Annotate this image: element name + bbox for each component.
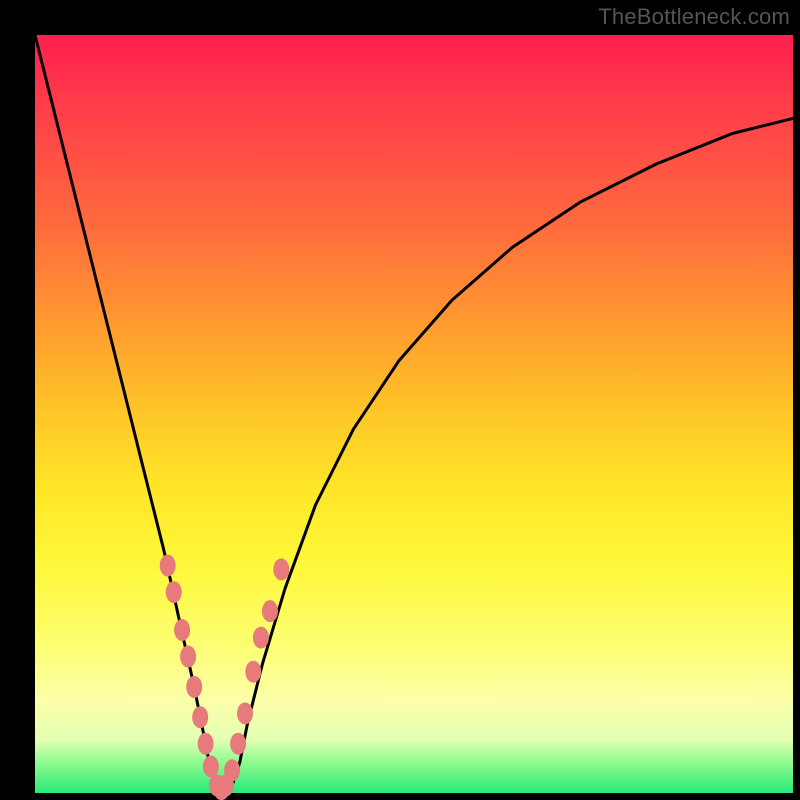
plot-area xyxy=(35,35,793,793)
marker-dot xyxy=(192,706,208,728)
marker-dot xyxy=(174,619,190,641)
marker-dot xyxy=(237,702,253,724)
marker-dot xyxy=(224,759,240,781)
marker-dot xyxy=(230,733,246,755)
marker-dot xyxy=(253,627,269,649)
marker-dot xyxy=(180,646,196,668)
marker-dot xyxy=(203,756,219,778)
marker-dot xyxy=(262,600,278,622)
curve-svg xyxy=(35,35,793,793)
marker-dot xyxy=(273,558,289,580)
marker-dot xyxy=(166,581,182,603)
marker-dot xyxy=(160,555,176,577)
chart-frame: TheBottleneck.com xyxy=(0,0,800,800)
curve-path xyxy=(35,35,793,793)
marker-dot xyxy=(245,661,261,683)
bottleneck-curve xyxy=(35,35,793,793)
marker-dots xyxy=(160,555,290,800)
watermark-text: TheBottleneck.com xyxy=(598,4,790,30)
marker-dot xyxy=(186,676,202,698)
marker-dot xyxy=(198,733,214,755)
